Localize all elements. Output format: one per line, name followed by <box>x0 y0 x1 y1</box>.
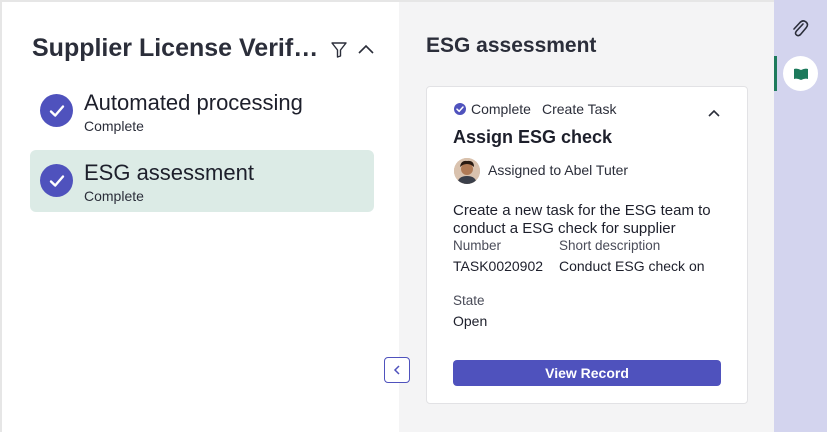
step-status: Complete <box>84 188 144 204</box>
active-indicator <box>774 56 777 91</box>
side-rail <box>774 0 827 432</box>
state-value: Open <box>453 313 488 329</box>
state-label: State <box>453 293 485 308</box>
short-description-value: Conduct ESG check on <box>559 258 705 274</box>
check-circle-icon <box>40 164 73 197</box>
collapse-panel-button[interactable] <box>384 357 410 383</box>
task-description: Create a new task for the ESG team to co… <box>453 202 711 237</box>
section-title: ESG assessment <box>426 34 597 57</box>
book-icon[interactable] <box>783 56 818 91</box>
step-label: Automated processing <box>84 90 303 115</box>
check-circle-icon <box>454 102 466 120</box>
flow-panel: Supplier License Verific... Automated pr… <box>0 0 399 432</box>
view-record-button[interactable]: View Record <box>453 360 721 386</box>
task-card: Complete Create Task Assign ESG check As… <box>426 86 748 404</box>
number-value: TASK0020902 <box>453 258 544 274</box>
step-status: Complete <box>84 118 144 134</box>
filter-icon[interactable] <box>329 40 349 60</box>
step-automated-processing[interactable]: Automated processing Complete <box>30 80 374 142</box>
check-circle-icon <box>40 94 73 127</box>
step-esg-assessment[interactable]: ESG assessment Complete <box>30 150 374 212</box>
paperclip-icon[interactable] <box>790 18 810 45</box>
status-badge: Complete <box>471 101 531 117</box>
step-label: ESG assessment <box>84 160 254 185</box>
assigned-to: Assigned to Abel Tuter <box>488 162 629 178</box>
task-title: Assign ESG check <box>453 127 613 147</box>
flow-title: Supplier License Verific... <box>32 34 322 62</box>
short-description-label: Short description <box>559 238 661 253</box>
chevron-up-icon[interactable] <box>356 40 376 60</box>
chevron-up-icon[interactable] <box>707 105 721 123</box>
chevron-left-icon <box>393 365 400 375</box>
number-label: Number <box>453 238 502 253</box>
detail-panel: ESG assessment Complete Create Task Assi… <box>399 0 774 432</box>
task-type: Create Task <box>542 101 617 117</box>
avatar <box>454 158 480 184</box>
